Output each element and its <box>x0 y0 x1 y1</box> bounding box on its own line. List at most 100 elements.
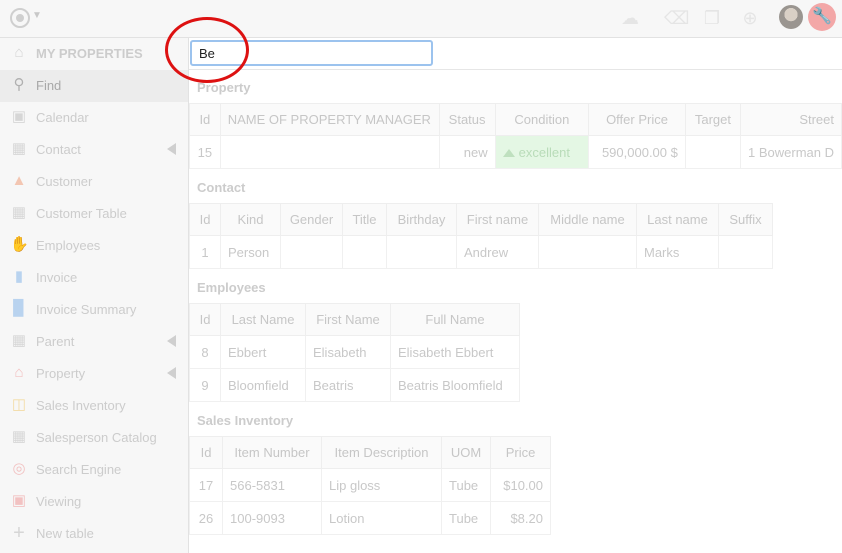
cell[interactable]: 17 <box>189 468 223 502</box>
column-header[interactable]: Offer Price <box>588 103 686 136</box>
sidebar-item-find[interactable]: ⚲ Find <box>0 70 188 102</box>
trash-icon[interactable]: ⌫ <box>664 8 689 28</box>
column-header[interactable]: Price <box>490 436 551 469</box>
expand-caret-icon[interactable] <box>167 367 176 379</box>
cell[interactable]: Andrew <box>456 235 539 269</box>
cell[interactable]: Lip gloss <box>321 468 442 502</box>
column-header[interactable]: Id <box>189 203 221 236</box>
column-header[interactable]: Id <box>189 103 221 136</box>
table-row[interactable]: 15 new excellent 590,000.00 $ 1 Bowerman… <box>189 135 842 169</box>
column-header[interactable]: Id <box>189 436 223 469</box>
cell[interactable]: Lotion <box>321 501 442 535</box>
column-header[interactable]: Last name <box>636 203 719 236</box>
column-header[interactable]: Birthday <box>386 203 457 236</box>
search-input[interactable] <box>190 40 433 66</box>
target-icon: ◎ <box>12 460 26 477</box>
column-header[interactable]: First name <box>456 203 539 236</box>
table-row[interactable]: 26 100-9093 Lotion Tube $8.20 <box>189 501 551 535</box>
cell[interactable]: Marks <box>636 235 719 269</box>
column-header[interactable]: Kind <box>220 203 281 236</box>
sidebar-item-my-properties[interactable]: ⌂ MY PROPERTIES <box>0 38 188 70</box>
cell[interactable]: 100-9093 <box>222 501 322 535</box>
cell[interactable] <box>280 235 343 269</box>
cell[interactable]: Ebbert <box>220 335 306 369</box>
cell-target[interactable] <box>684 135 741 169</box>
cell-id[interactable]: 15 <box>189 135 221 169</box>
cell[interactable]: Tube <box>441 501 491 535</box>
column-header[interactable]: Middle name <box>538 203 637 236</box>
table-row[interactable]: 1 Person Andrew Marks <box>189 235 773 269</box>
column-header[interactable]: UOM <box>441 436 491 469</box>
sidebar-item-invoice[interactable]: ▮ Invoice <box>0 262 188 294</box>
column-header[interactable]: Gender <box>280 203 343 236</box>
cloud-icon[interactable]: ☁ <box>620 8 640 28</box>
column-header[interactable]: Condition <box>494 103 590 136</box>
app-logo-icon[interactable] <box>10 8 30 28</box>
column-header[interactable]: Item Description <box>321 436 442 469</box>
cell[interactable]: 566-5831 <box>222 468 322 502</box>
add-circle-icon[interactable]: ⊕ <box>740 8 760 28</box>
cell-status[interactable]: new <box>438 135 496 169</box>
sidebar-item-calendar[interactable]: ▣ Calendar <box>0 102 188 134</box>
column-header[interactable]: NAME OF PROPERTY MANAGER <box>219 103 440 136</box>
factory-icon: ▲ <box>11 172 27 189</box>
sidebar-item-new-table[interactable]: + New table <box>0 518 188 550</box>
column-header[interactable]: Last Name <box>220 303 306 336</box>
sidebar-item-sales-inventory[interactable]: ◫ Sales Inventory <box>0 390 188 422</box>
table-header-row: Id Kind Gender Title Birthday First name… <box>189 203 773 236</box>
sidebar-item-parent[interactable]: ▦ Parent <box>0 326 188 358</box>
column-header[interactable]: Title <box>342 203 387 236</box>
bar-chart-icon: ▉ <box>13 300 25 317</box>
sidebar-item-invoice-summary[interactable]: ▉ Invoice Summary <box>0 294 188 326</box>
wrench-icon[interactable]: 🔧 <box>808 3 836 31</box>
cell[interactable]: $8.20 <box>490 501 551 535</box>
cell-manager[interactable] <box>219 135 440 169</box>
sidebar-item-contact[interactable]: ▦ Contact <box>0 134 188 166</box>
copy-icon[interactable]: ❐ <box>702 8 722 28</box>
cell[interactable]: 9 <box>189 368 221 402</box>
chevron-down-icon[interactable]: ▼ <box>32 10 42 21</box>
table-row[interactable]: 9 Bloomfield Beatris Beatris Bloomfield <box>189 368 520 402</box>
column-header[interactable]: Id <box>189 303 221 336</box>
cell[interactable] <box>718 235 773 269</box>
sidebar-item-label: Search Engine <box>36 462 122 477</box>
cell[interactable]: $10.00 <box>490 468 551 502</box>
cell[interactable] <box>342 235 387 269</box>
sidebar-item-employees[interactable]: ✋ Employees <box>0 230 188 262</box>
expand-caret-icon[interactable] <box>167 335 176 347</box>
cell-condition[interactable]: excellent <box>494 135 590 169</box>
sidebar-item-salesperson-catalog[interactable]: ▦ Salesperson Catalog <box>0 422 188 454</box>
cell[interactable] <box>386 235 457 269</box>
cell[interactable]: Beatris Bloomfield <box>390 368 520 402</box>
cell[interactable]: 26 <box>189 501 223 535</box>
column-header[interactable]: Target <box>684 103 741 136</box>
cell-offer-price[interactable]: 590,000.00 $ <box>588 135 686 169</box>
table-row[interactable]: 8 Ebbert Elisabeth Elisabeth Ebbert <box>189 335 520 369</box>
sidebar-item-customer-table[interactable]: ▦ Customer Table <box>0 198 188 230</box>
cell-street[interactable]: 1 Bowerman D <box>739 135 842 169</box>
expand-caret-icon[interactable] <box>167 143 176 155</box>
cell[interactable] <box>538 235 637 269</box>
sidebar-item-customer[interactable]: ▲ Customer <box>0 166 188 198</box>
column-header[interactable]: Full Name <box>390 303 520 336</box>
cell[interactable]: 1 <box>189 235 221 269</box>
cell[interactable]: Elisabeth Ebbert <box>390 335 520 369</box>
column-header[interactable]: Suffix <box>718 203 773 236</box>
column-header[interactable]: Street <box>739 103 842 136</box>
cell[interactable]: Beatris <box>305 368 391 402</box>
avatar[interactable] <box>779 5 803 29</box>
table-row[interactable]: 17 566-5831 Lip gloss Tube $10.00 <box>189 468 551 502</box>
cell[interactable]: Elisabeth <box>305 335 391 369</box>
sidebar-item-label: Customer <box>36 174 93 189</box>
column-header[interactable]: Status <box>438 103 496 136</box>
cell[interactable]: Bloomfield <box>220 368 306 402</box>
cell[interactable]: Tube <box>441 468 491 502</box>
condition-label: excellent <box>518 144 570 160</box>
cell[interactable]: 8 <box>189 335 221 369</box>
sidebar-item-viewing[interactable]: ▣ Viewing <box>0 486 188 518</box>
sidebar-item-search-engine[interactable]: ◎ Search Engine <box>0 454 188 486</box>
column-header[interactable]: First Name <box>305 303 391 336</box>
cell[interactable]: Person <box>220 235 281 269</box>
sidebar-item-property[interactable]: ⌂ Property <box>0 358 188 390</box>
column-header[interactable]: Item Number <box>222 436 322 469</box>
